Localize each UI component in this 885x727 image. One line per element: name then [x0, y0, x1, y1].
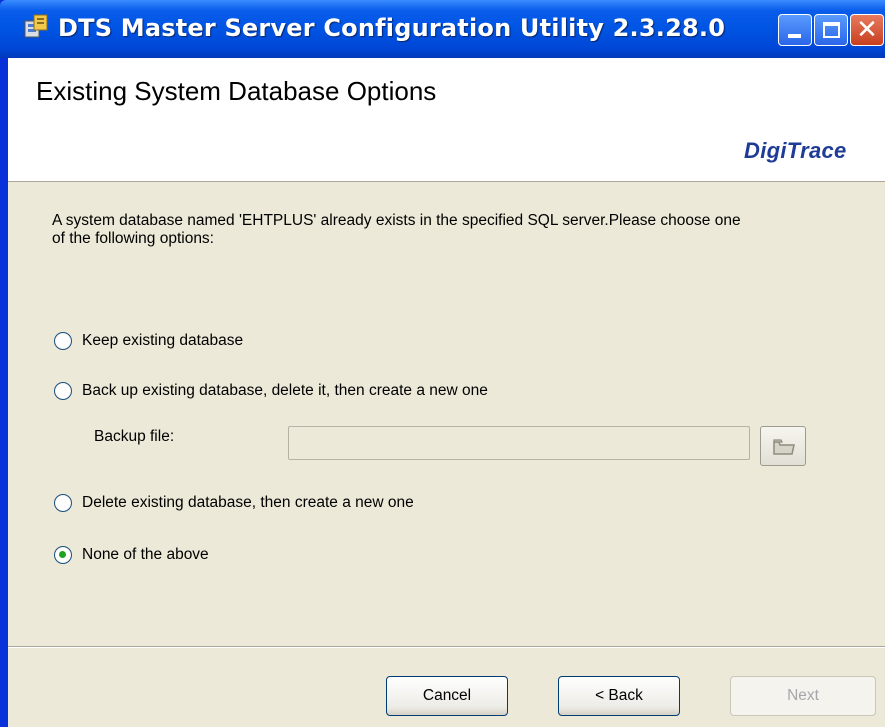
option-none[interactable]: None of the above [54, 544, 209, 566]
app-icon [24, 14, 48, 38]
option-label: None of the above [82, 546, 209, 563]
back-button[interactable]: < Back [558, 676, 680, 716]
minimize-icon [788, 34, 801, 38]
option-backup-and-recreate[interactable]: Back up existing database, delete it, th… [54, 380, 488, 402]
title-bar[interactable]: DTS Master Server Configuration Utility … [0, 0, 885, 58]
option-keep-existing[interactable]: Keep existing database [54, 330, 243, 352]
option-delete-and-recreate[interactable]: Delete existing database, then create a … [54, 492, 414, 514]
folder-icon [773, 439, 795, 455]
radio-button[interactable] [54, 494, 72, 512]
radio-button[interactable] [54, 382, 72, 400]
wizard-header: Existing System Database Options DigiTra… [8, 58, 885, 182]
cancel-button[interactable]: Cancel [386, 676, 508, 716]
brand-logo: DigiTrace [744, 138, 847, 163]
page-title: Existing System Database Options [36, 76, 437, 106]
intro-text: A system database named 'EHTPLUS' alread… [52, 212, 741, 247]
browse-button[interactable] [760, 426, 806, 466]
window-title: DTS Master Server Configuration Utility … [58, 14, 726, 42]
option-label: Keep existing database [82, 332, 244, 349]
backup-file-label: Backup file: [94, 428, 175, 445]
dialog-window: DTS Master Server Configuration Utility … [0, 0, 885, 727]
option-label: Delete existing database, then create a … [82, 494, 414, 511]
radio-button[interactable] [54, 546, 72, 564]
footer-separator [8, 646, 885, 648]
close-button[interactable]: ✕ [850, 14, 884, 46]
maximize-button[interactable] [814, 14, 848, 46]
backup-file-input[interactable] [288, 426, 750, 460]
next-button[interactable]: Next [730, 676, 876, 716]
option-label: Back up existing database, delete it, th… [82, 382, 488, 399]
minimize-button[interactable] [778, 14, 812, 46]
radio-button[interactable] [54, 332, 72, 350]
close-icon: ✕ [856, 15, 878, 45]
maximize-icon [823, 22, 840, 38]
